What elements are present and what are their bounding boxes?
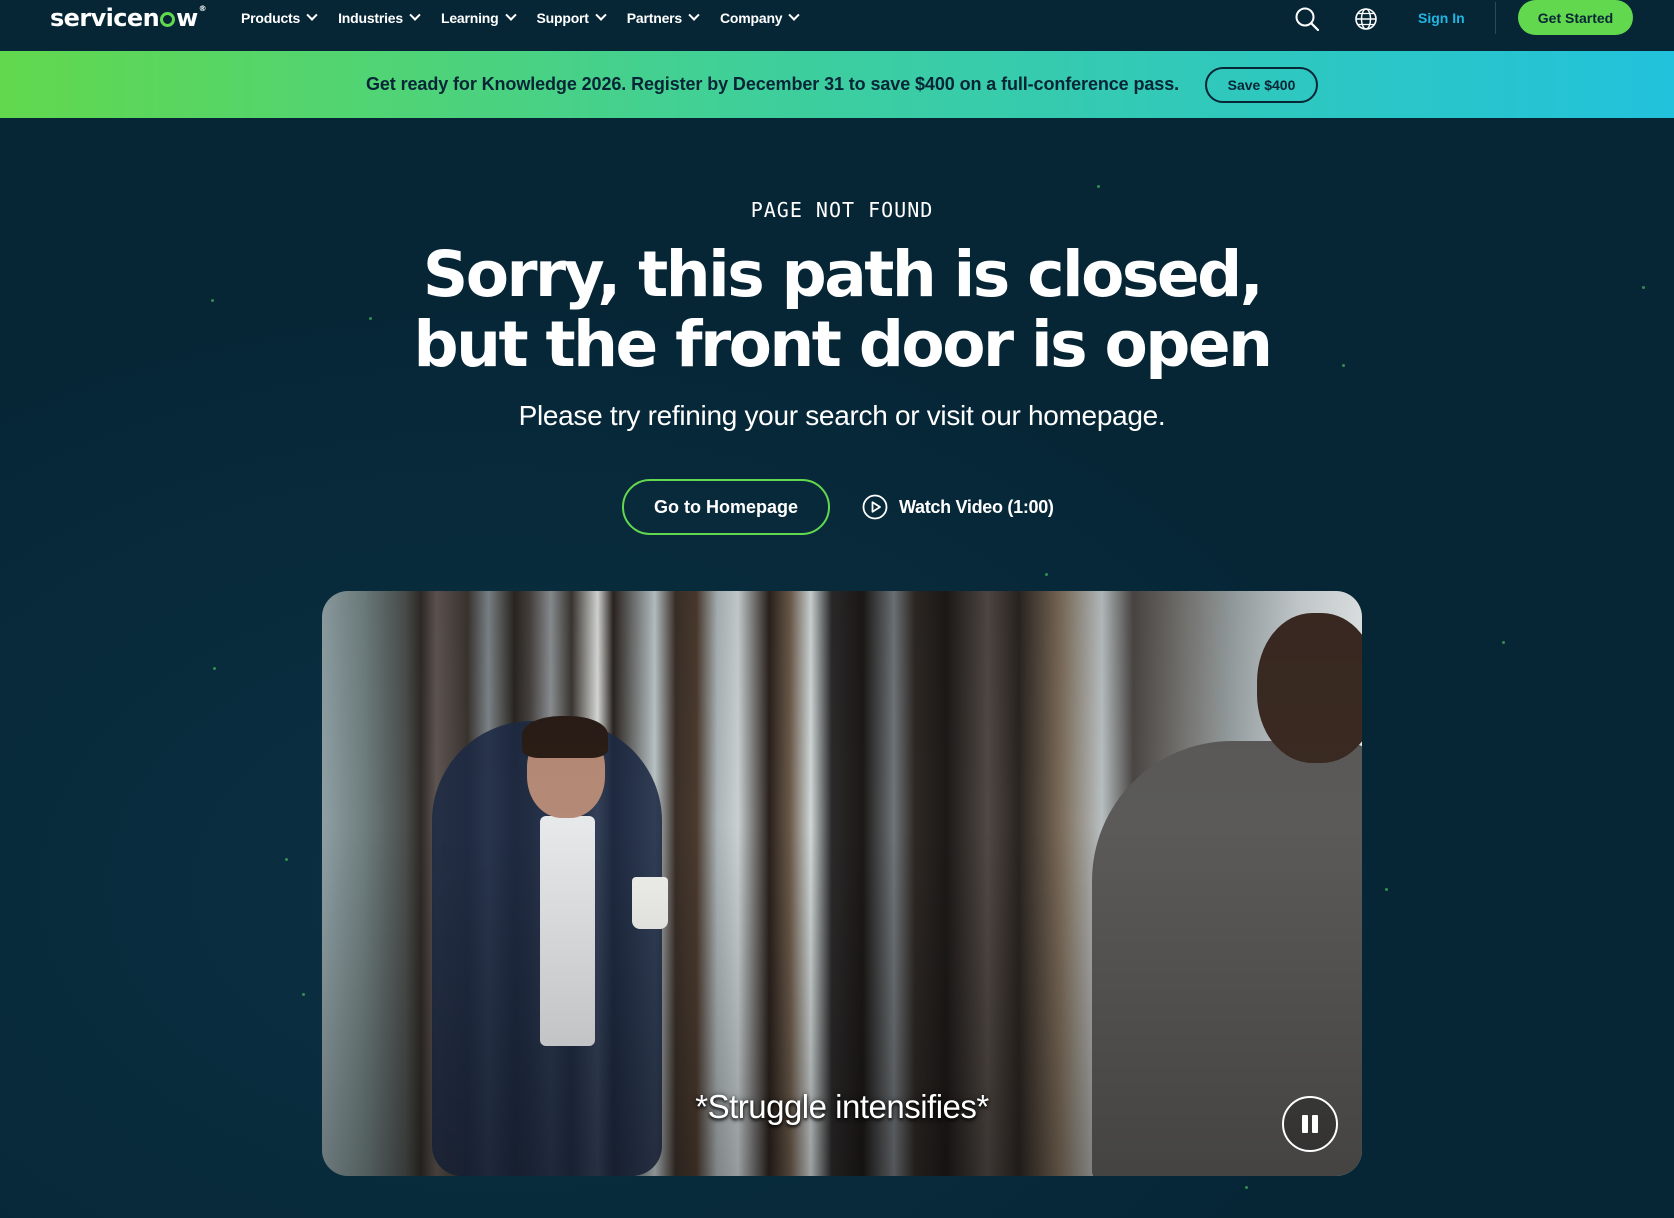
promo-banner-text: Get ready for Knowledge 2026. Register b… xyxy=(366,74,1180,94)
search-icon[interactable] xyxy=(1294,6,1320,32)
decorative-dot xyxy=(1097,185,1100,188)
decorative-dot xyxy=(1502,641,1505,644)
headline-line-1: Sorry, this path is closed, xyxy=(422,238,1264,311)
nav-divider xyxy=(1495,2,1496,34)
page-headline: Sorry, this path is closed, but the fron… xyxy=(0,240,1674,380)
nav-item-label: Learning xyxy=(440,10,499,26)
get-started-button[interactable]: Get Started xyxy=(1518,0,1633,35)
nav-item-industries[interactable]: Industries xyxy=(338,9,421,26)
watch-video-label: Watch Video (1:00) xyxy=(899,496,1054,517)
hero-video[interactable]: *Struggle intensifies* xyxy=(322,591,1362,1176)
nav-item-company[interactable]: Company xyxy=(720,9,801,26)
page-not-found-eyebrow: PAGE NOT FOUND xyxy=(750,198,934,222)
chevron-down-icon xyxy=(306,9,318,21)
servicenow-logo[interactable]: servicen w® xyxy=(50,4,207,32)
decorative-dot xyxy=(1245,1186,1248,1189)
watch-video-button[interactable]: Watch Video (1:00) xyxy=(862,492,1054,522)
chevron-down-icon xyxy=(788,9,801,21)
nav-item-label: Support xyxy=(536,10,589,26)
decorative-dot xyxy=(285,858,288,861)
logo-registered-mark: ® xyxy=(198,4,207,13)
decorative-dot xyxy=(302,993,305,996)
nav-item-partners[interactable]: Partners xyxy=(626,9,700,26)
logo-o-mark xyxy=(160,12,176,27)
chevron-down-icon xyxy=(409,9,421,21)
decorative-dot xyxy=(1385,888,1388,891)
play-circle-icon xyxy=(862,494,888,520)
nav-item-learning[interactable]: Learning xyxy=(440,9,517,26)
logo-text-start: servicen xyxy=(50,4,160,32)
page-subheadline: Please try refining your search or visit… xyxy=(518,400,1166,431)
chevron-down-icon xyxy=(504,9,517,21)
pause-icon xyxy=(1302,1115,1308,1133)
save-400-button[interactable]: Save $400 xyxy=(1205,67,1318,103)
headline-line-2: but the front door is open xyxy=(413,308,1273,381)
primary-nav: Products Industries Learning Support Par… xyxy=(241,0,820,36)
go-to-homepage-button[interactable]: Go to Homepage xyxy=(622,479,830,535)
nav-item-support[interactable]: Support xyxy=(536,9,607,26)
globe-icon[interactable] xyxy=(1354,7,1378,31)
nav-item-label: Company xyxy=(720,10,783,26)
video-caption: *Struggle intensifies* xyxy=(695,1088,989,1125)
top-navigation: servicen w® Products Industries Learning … xyxy=(0,0,1674,51)
logo-text-end: w xyxy=(176,4,198,32)
decorative-dot xyxy=(213,667,216,670)
sign-in-link[interactable]: Sign In xyxy=(1418,10,1465,26)
pause-button[interactable] xyxy=(1282,1096,1338,1152)
chevron-down-icon xyxy=(688,9,700,21)
pause-icon xyxy=(1312,1115,1318,1133)
chevron-down-icon xyxy=(595,9,607,21)
nav-item-label: Partners xyxy=(626,10,682,26)
nav-item-products[interactable]: Products xyxy=(241,9,318,26)
nav-item-label: Industries xyxy=(338,10,403,26)
promo-banner: Get ready for Knowledge 2026. Register b… xyxy=(0,51,1674,118)
nav-item-label: Products xyxy=(241,10,301,26)
decorative-dot xyxy=(1045,573,1048,576)
